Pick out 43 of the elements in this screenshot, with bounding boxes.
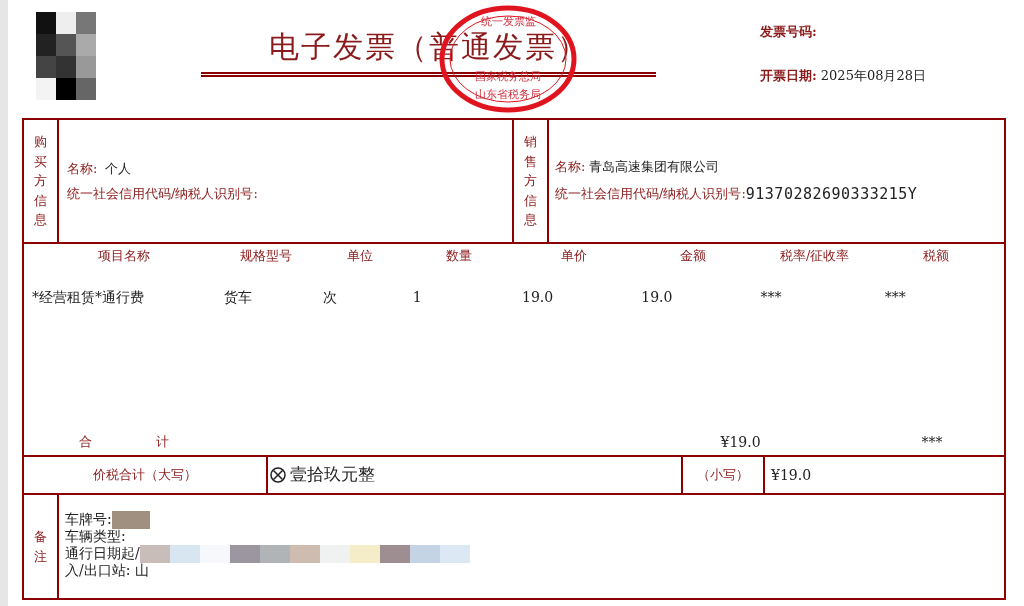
seller-section-label: 销售方信息 <box>524 133 537 230</box>
table-cell: *经营租赁*通行费 <box>32 289 144 305</box>
issue-date-label: 开票日期: <box>760 66 817 85</box>
table-cell: *** <box>884 289 906 305</box>
column-header: 规格型号 <box>239 247 292 266</box>
table-cell: *** <box>760 289 782 305</box>
seller-name: 青岛高速集团有限公司 <box>589 158 720 176</box>
column-header: 单位 <box>346 247 373 266</box>
price-total-label: 价税合计（大写） <box>93 466 197 485</box>
table-cell: 19.0 <box>641 289 673 305</box>
total-label: 合 计 <box>78 433 169 452</box>
amount-small-label: （小写） <box>697 466 749 485</box>
remark-line: 车牌号: <box>65 511 112 528</box>
table-cell: 次 <box>323 289 338 305</box>
seller-name-label: 名称: <box>555 158 586 176</box>
column-header: 数量 <box>446 247 473 266</box>
remarks-label: 备注 <box>34 528 47 566</box>
circled-x-icon <box>270 467 286 483</box>
amount-in-words: 壹拾玖元整 <box>290 463 375 487</box>
seller-tax-id: 91370282690333215Y <box>745 183 918 205</box>
remark-line: 车辆类型: <box>65 528 126 545</box>
remark-line: 通行日期起/ <box>65 545 140 562</box>
total-amount: ¥19.0 <box>720 434 761 450</box>
column-header: 金额 <box>679 247 706 266</box>
issue-date: 2025年08月28日 <box>820 66 926 85</box>
column-header: 税率/征收率 <box>779 247 850 266</box>
table-cell: 19.0 <box>521 289 554 305</box>
qr-code-icon <box>35 10 97 102</box>
buyer-name-label: 名称: <box>67 159 98 178</box>
buyer-section-label: 购买方信息 <box>34 133 47 230</box>
table-cell: 1 <box>412 289 422 305</box>
seller-tax-id-label: 统一社会信用代码/纳税人识别号: <box>555 185 746 203</box>
redaction-blur <box>111 510 150 529</box>
column-header: 项目名称 <box>97 247 150 266</box>
total-tax: *** <box>921 434 943 450</box>
column-header: 单价 <box>560 247 587 266</box>
remark-line: 入/出口站: 山 <box>65 562 149 579</box>
table-cell: 货车 <box>223 289 252 305</box>
amount-in-figures: ¥19.0 <box>771 465 812 485</box>
buyer-tax-id-label: 统一社会信用代码/纳税人识别号: <box>67 185 259 203</box>
buyer-name: 个人 <box>105 159 132 178</box>
invoice-number-label: 发票号码: <box>760 23 818 41</box>
column-header: 税额 <box>923 247 950 266</box>
